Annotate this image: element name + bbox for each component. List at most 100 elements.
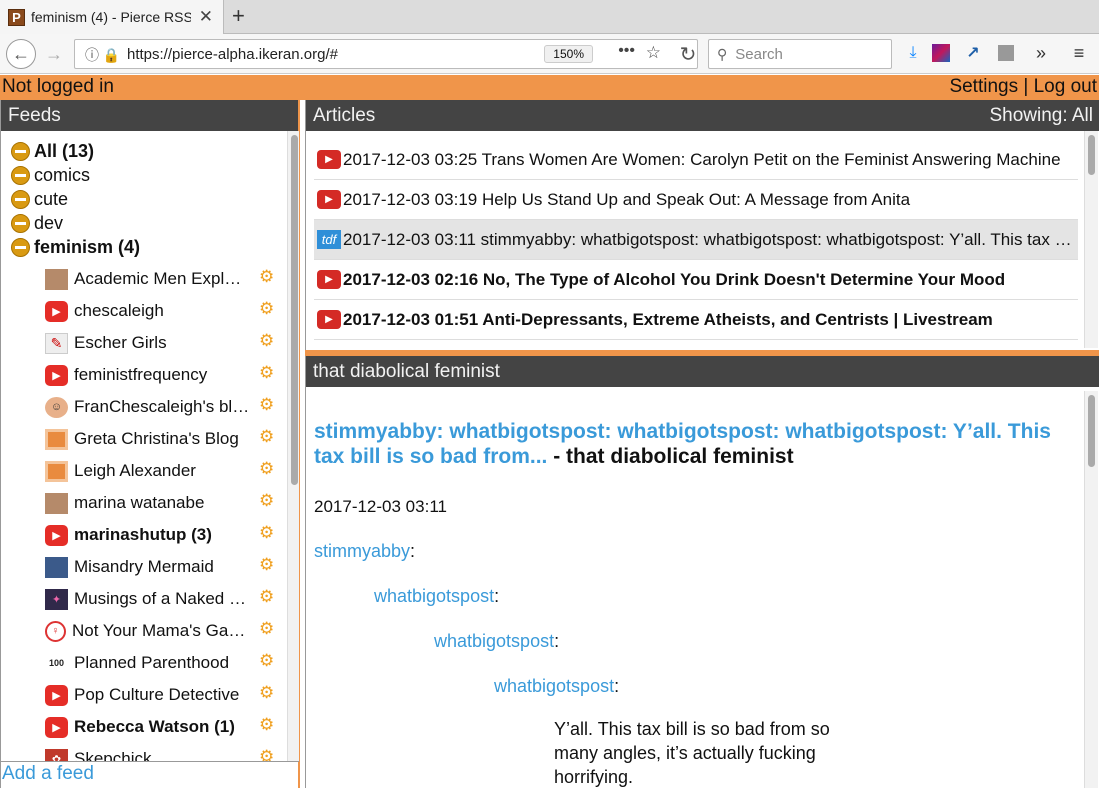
back-button[interactable]: ← — [6, 39, 36, 69]
overflow-menu-icon[interactable]: » — [1030, 42, 1052, 64]
youtube-icon: ▶ — [317, 150, 341, 169]
article-row[interactable]: ▶ 2017-12-03 03:19 Help Us Stand Up and S… — [314, 180, 1078, 220]
showing-filter[interactable]: Showing: All — [989, 100, 1093, 131]
article-row[interactable]: ▶ 2017-12-03 03:25 Trans Women Are Women:… — [314, 140, 1078, 180]
feed-item[interactable]: Academic Men Explain Things to Me ⚙ — [1, 263, 285, 295]
reader-extension-icon[interactable] — [998, 45, 1014, 61]
feed-item[interactable]: Greta Christina's Blog ⚙ — [1, 423, 285, 455]
collapse-icon[interactable] — [11, 165, 30, 185]
youtube-icon: ▶ — [45, 364, 68, 386]
feed-name: Musings of a Naked Mind — [74, 589, 250, 608]
collapse-icon[interactable] — [11, 189, 30, 209]
gear-icon[interactable]: ⚙ — [259, 619, 274, 639]
add-feed-link[interactable]: Add a feed — [1, 761, 299, 788]
youtube-icon: ▶ — [45, 716, 68, 738]
reader-scrollbar-thumb[interactable] — [1088, 395, 1095, 467]
gear-icon[interactable]: ⚙ — [259, 683, 274, 703]
search-input[interactable]: ⚲ Search — [708, 39, 892, 69]
quote-author: whatbigotspost: — [434, 631, 1078, 652]
feed-item[interactable]: Leigh Alexander ⚙ — [1, 455, 285, 487]
collapse-icon[interactable] — [11, 213, 30, 233]
article-title: stimmyabby: whatbigotspost: whatbigotspo… — [314, 419, 1078, 469]
article-list: ▶ 2017-12-03 03:25 Trans Women Are Women:… — [314, 140, 1078, 350]
gear-icon[interactable]: ⚙ — [259, 651, 274, 671]
gear-icon[interactable]: ⚙ — [259, 267, 274, 287]
feed-item[interactable]: ▶ Rebecca Watson (1) ⚙ — [1, 711, 285, 743]
collapse-icon[interactable] — [11, 237, 30, 257]
page-actions-icon[interactable]: ••• — [618, 42, 635, 60]
gear-icon[interactable]: ⚙ — [259, 363, 274, 383]
download-icon[interactable]: ⤓ — [902, 42, 924, 64]
category-item[interactable]: comics — [1, 163, 285, 187]
bookmark-star-icon[interactable]: ☆ — [646, 43, 661, 63]
pocket-extension-icon[interactable]: ↗ — [962, 42, 984, 64]
gear-icon[interactable]: ⚙ — [259, 491, 274, 511]
articles-title: Articles — [313, 105, 376, 126]
forward-button[interactable]: → — [42, 40, 66, 68]
feed-item[interactable]: marina watanabe ⚙ — [1, 487, 285, 519]
youtube-icon: ▶ — [317, 310, 341, 329]
browser-tab[interactable]: P feminism (4) - Pierce RSS ✕ — [0, 0, 224, 34]
gear-icon[interactable]: ⚙ — [259, 427, 274, 447]
feed-name: Not Your Mama's Gamer — [72, 621, 248, 640]
category-label: comics — [34, 164, 91, 185]
reload-icon[interactable]: ↻ — [676, 40, 700, 68]
feed-item[interactable]: ▶ feministfrequency ⚙ — [1, 359, 285, 391]
url-bar[interactable]: ⓘ 🔒 https://pierce-alpha.ikeran.org/# 15… — [74, 39, 698, 69]
colon: : — [554, 631, 560, 651]
feed-name: Planned Parenthood — [74, 653, 230, 672]
feed-item[interactable]: ✦ Musings of a Naked Mind ⚙ — [1, 583, 285, 615]
feeds-scrollbar-thumb[interactable] — [291, 135, 298, 485]
gear-icon[interactable]: ⚙ — [259, 331, 274, 351]
category-item[interactable]: feminism (4) — [1, 235, 285, 259]
feed-item[interactable]: Misandry Mermaid ⚙ — [1, 551, 285, 583]
gear-icon[interactable]: ⚙ — [259, 715, 274, 735]
feed-item[interactable]: ☺ FranChescaleigh's blog ⚙ — [1, 391, 285, 423]
navigation-bar: ← → ⓘ 🔒 https://pierce-alpha.ikeran.org/… — [0, 34, 1099, 74]
new-tab-icon[interactable]: + — [232, 3, 245, 29]
gear-icon[interactable]: ⚙ — [259, 459, 274, 479]
settings-link[interactable]: Settings — [949, 76, 1018, 97]
author-link[interactable]: whatbigotspost — [434, 631, 554, 651]
feed-item[interactable]: ▶ Pop Culture Detective ⚙ — [1, 679, 285, 711]
gear-icon[interactable]: ⚙ — [259, 523, 274, 543]
articles-scrollbar-thumb[interactable] — [1088, 135, 1095, 175]
gear-icon[interactable]: ⚙ — [259, 395, 274, 415]
avatar-icon: ☺ — [45, 396, 68, 418]
feed-item[interactable]: ✎ Escher Girls ⚙ — [1, 327, 285, 359]
extension-icon[interactable] — [932, 44, 950, 62]
hamburger-menu-icon[interactable]: ≡ — [1068, 42, 1090, 64]
feed-item[interactable]: ▶ marinashutup (3) ⚙ — [1, 519, 285, 551]
zoom-level-button[interactable]: 150% — [544, 45, 593, 63]
articles-scrollbar[interactable] — [1084, 131, 1098, 348]
feed-item[interactable]: ✿ Skepchick ⚙ — [1, 743, 285, 761]
reader-scrollbar[interactable] — [1084, 391, 1098, 788]
gear-icon[interactable]: ⚙ — [259, 587, 274, 607]
gear-icon[interactable]: ⚙ — [259, 299, 274, 319]
feed-item[interactable]: ♀ Not Your Mama's Gamer ⚙ — [1, 615, 285, 647]
feed-name: feministfrequency — [74, 365, 208, 384]
category-item[interactable]: All (13) — [1, 139, 285, 163]
article-row[interactable]: tdf 2017-12-03 03:11 stimmyabby: whatbigo… — [314, 220, 1078, 260]
feed-item[interactable]: ▶ chescaleigh ⚙ — [1, 295, 285, 327]
feed-name: Academic Men Explain Things to Me — [74, 269, 250, 288]
article-row[interactable]: ▶ 2017-12-03 02:16 No, The Type of Alcoho… — [314, 260, 1078, 300]
site-info-icon[interactable]: ⓘ 🔒 — [85, 45, 120, 65]
logout-link[interactable]: Log out — [1034, 76, 1097, 97]
gear-icon[interactable]: ⚙ — [259, 555, 274, 575]
article-row-text: 2017-12-03 01:51 Anti-Depressants, Extre… — [343, 309, 993, 329]
author-link[interactable]: stimmyabby — [314, 541, 410, 561]
colon: : — [410, 541, 416, 561]
author-link[interactable]: whatbigotspost — [494, 676, 614, 696]
article-row[interactable]: ▶ 2017-12-03 01:51 Anti-Depressants, Extr… — [314, 300, 1078, 340]
gear-icon[interactable]: ⚙ — [259, 747, 274, 761]
category-label: All (13) — [34, 140, 95, 161]
quote-chain: stimmyabby: whatbigotspost: whatbigotspost… — [314, 541, 1078, 697]
feeds-scrollbar[interactable] — [287, 131, 299, 761]
category-item[interactable]: cute — [1, 187, 285, 211]
feed-item[interactable]: 100 Planned Parenthood ⚙ — [1, 647, 285, 679]
collapse-icon[interactable] — [11, 141, 30, 161]
author-link[interactable]: whatbigotspost — [374, 586, 494, 606]
close-tab-icon[interactable]: ✕ — [199, 7, 213, 27]
category-item[interactable]: dev — [1, 211, 285, 235]
